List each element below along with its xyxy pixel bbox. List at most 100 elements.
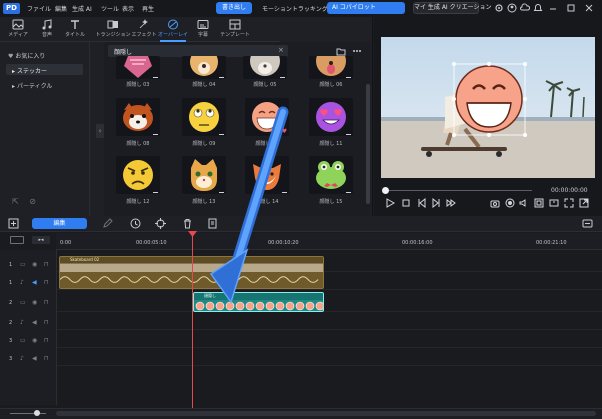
previous-frame-icon[interactable] <box>417 198 427 208</box>
video-track-icon: ▭ <box>20 337 26 344</box>
sticker-thumbnail[interactable] <box>116 98 160 136</box>
fit-screen-icon[interactable] <box>534 198 544 208</box>
download-icon <box>153 73 158 78</box>
collapse-sidebar-handle[interactable]: ‹ <box>96 124 104 138</box>
menu-playback[interactable]: 再生 <box>142 4 154 13</box>
sticker-thumbnail[interactable] <box>182 56 226 79</box>
track-number: 2 <box>9 320 13 326</box>
track-header-video-1[interactable]: 1 ▭ ◉ ⊓ <box>0 258 56 272</box>
speaker-icon[interactable]: ◀ <box>32 319 37 326</box>
sticker-thumbnail[interactable] <box>243 56 287 79</box>
minimize-icon[interactable] <box>548 3 558 13</box>
visibility-icon[interactable]: ◉ <box>32 337 37 344</box>
tab-label: タイトル <box>64 32 85 38</box>
settings-icon[interactable] <box>494 3 504 13</box>
sticker-label: 顔隠し 12 <box>126 199 150 205</box>
tab-transition[interactable]: トランジション <box>95 18 131 40</box>
new-folder-icon[interactable] <box>336 46 346 56</box>
preview-seek-bar[interactable] <box>382 190 532 191</box>
menu-generative-ai[interactable]: 生成 AI <box>72 4 92 13</box>
trash-icon[interactable] <box>182 218 193 229</box>
unlink-icon[interactable]: ⊘ <box>29 197 36 206</box>
tab-subtitle[interactable]: 字幕 <box>188 18 218 40</box>
tab-overlay[interactable]: オーバーレイ <box>158 18 188 40</box>
timeline-toolbar <box>0 216 602 232</box>
track-header-audio-2[interactable]: 2 ♪ ◀ ⊓ <box>0 316 56 330</box>
maximize-icon[interactable] <box>566 3 576 13</box>
pen-icon[interactable] <box>102 218 113 229</box>
more-options-icon[interactable] <box>352 46 362 56</box>
account-icon[interactable] <box>507 3 517 13</box>
sticker-thumbnail[interactable] <box>116 156 160 194</box>
tab-media[interactable]: メディア <box>3 18 33 40</box>
overlay-icon <box>168 19 178 30</box>
volume-icon[interactable] <box>519 198 529 208</box>
ai-copilot-label: AI コパイロット <box>332 4 376 11</box>
track-header-video-3[interactable]: 3 ▭ ◉ ⊓ <box>0 334 56 348</box>
tracking-icon[interactable] <box>155 218 166 229</box>
tab-effect[interactable]: エフェクト <box>129 18 159 40</box>
speaker-icon[interactable]: ◀ <box>32 355 37 362</box>
preview-video[interactable] <box>381 37 595 178</box>
sticker-label: 顔隠し 11 <box>319 141 343 147</box>
sticker-thumbnail[interactable] <box>116 56 160 79</box>
zoom-slider-knob[interactable] <box>34 410 40 416</box>
speaker-icon[interactable]: ◀ <box>32 279 37 286</box>
tab-label: 字幕 <box>197 32 208 38</box>
visibility-icon[interactable]: ◉ <box>32 261 37 268</box>
import-icon[interactable]: ⇱ <box>12 197 19 206</box>
timeline-horizontal-scrollbar[interactable] <box>56 411 596 416</box>
library-scroll-thumb[interactable] <box>366 84 370 204</box>
playhead[interactable] <box>192 233 193 408</box>
track-view-toggle[interactable] <box>10 236 24 244</box>
stop-icon[interactable] <box>401 198 411 208</box>
menu-edit[interactable]: 編集 <box>55 4 67 13</box>
track-header-audio-3[interactable]: 3 ♪ ◀ ⊓ <box>0 352 56 366</box>
export-button[interactable]: 書き出し <box>216 2 252 14</box>
menu-file[interactable]: ファイル <box>27 4 51 13</box>
sticker-thumbnail[interactable] <box>309 56 353 79</box>
menu-view[interactable]: 表示 <box>122 4 134 13</box>
record-icon[interactable] <box>505 198 515 208</box>
tab-template[interactable]: テンプレート <box>218 18 252 40</box>
preview-seek-knob[interactable] <box>382 187 389 194</box>
cloud-upload-icon[interactable] <box>520 3 530 13</box>
lock-icon[interactable]: ⊓ <box>44 299 49 306</box>
visibility-icon[interactable]: ◉ <box>32 299 37 306</box>
tab-audio[interactable]: 音声 <box>32 18 62 40</box>
track-header-video-2[interactable]: 2 ▭ ◉ ⊓ <box>0 296 56 310</box>
timeline-settings-icon[interactable] <box>582 218 593 229</box>
lock-icon[interactable]: ⊓ <box>44 319 49 326</box>
lock-icon[interactable]: ⊓ <box>44 337 49 344</box>
tab-title[interactable]: タイトル <box>60 18 90 40</box>
timer-icon[interactable] <box>130 218 141 229</box>
project-title: モーショントラッキング01（イラスト） <box>262 6 328 13</box>
notification-icon[interactable] <box>533 3 543 13</box>
download-icon <box>346 188 351 193</box>
sticker-thumbnail[interactable] <box>309 156 353 194</box>
play-icon[interactable] <box>385 198 395 208</box>
sidebar-footer-icons: ⇱ ⊘ <box>12 197 36 206</box>
clear-search-icon[interactable]: × <box>278 46 284 54</box>
zoom-slider[interactable] <box>10 413 46 414</box>
next-frame-icon[interactable] <box>431 198 441 208</box>
my-ai-creation-button[interactable]: マイ 生成 AI クリエーション <box>413 2 491 14</box>
display-mode-icon[interactable] <box>549 198 559 208</box>
fullscreen-icon[interactable] <box>564 198 574 208</box>
lock-icon[interactable]: ⊓ <box>44 279 49 286</box>
sidebar-item-particle[interactable]: ▸ パーティクル <box>12 81 52 90</box>
menu-tools[interactable]: ツール <box>101 4 119 13</box>
track-header-audio-1[interactable]: 1 ♪ ◀ ⊓ <box>0 276 56 290</box>
snap-toggle[interactable]: ▸◂ <box>32 236 50 244</box>
lock-icon[interactable]: ⊓ <box>44 261 49 268</box>
snapshot-icon[interactable] <box>490 198 500 208</box>
edit-button[interactable]: 編集 <box>32 218 87 229</box>
sidebar-item-favorites[interactable]: ♥ お気に入り <box>8 51 45 60</box>
lock-icon[interactable]: ⊓ <box>44 355 49 362</box>
close-icon[interactable] <box>584 3 594 13</box>
sticker-thumbnail[interactable] <box>309 98 353 136</box>
add-track-icon[interactable] <box>8 218 19 229</box>
ai-copilot-button[interactable]: AI コパイロット <box>327 2 405 14</box>
detach-preview-icon[interactable] <box>579 198 589 208</box>
fast-forward-icon[interactable] <box>446 198 456 208</box>
